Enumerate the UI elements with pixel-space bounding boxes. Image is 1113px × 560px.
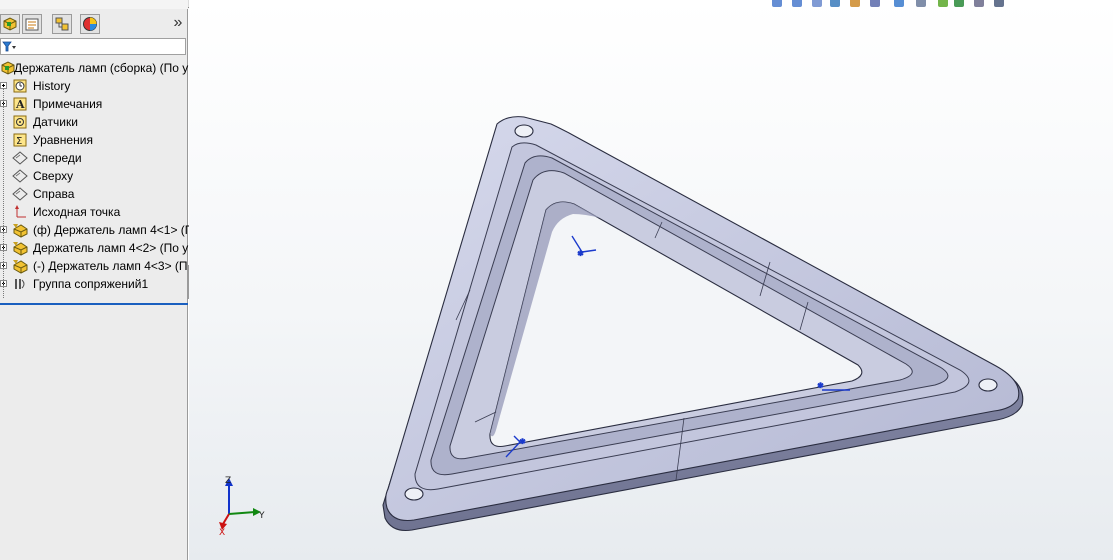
tree-item-label: Датчики	[33, 115, 78, 129]
tree-item-label: Сверху	[33, 169, 74, 183]
part-icon	[13, 242, 28, 256]
mounting-hole	[404, 487, 424, 501]
part-icon	[13, 224, 28, 238]
tab-configuration-manager[interactable]	[52, 14, 72, 34]
property-manager-icon	[25, 18, 39, 31]
x-axis	[222, 513, 230, 525]
feature-tree-icon	[3, 17, 17, 31]
z-label: Z	[225, 476, 231, 486]
display-manager-icon	[83, 17, 97, 31]
filter-icon	[2, 41, 16, 52]
tree-item-label: Группа сопряжений1	[33, 277, 149, 291]
graphics-viewport[interactable]: * * *	[189, 0, 1113, 560]
origin-icon	[15, 205, 26, 218]
panel-tabs: »	[0, 13, 186, 35]
plane-icon	[12, 151, 28, 165]
tree-root-label: Держатель ламп (сборка) (По у	[14, 61, 189, 75]
tree-item-label: Примечания	[33, 97, 103, 111]
svg-text:*: *	[578, 250, 583, 261]
tree-item-label: Исходная точка	[33, 205, 121, 219]
svg-text:*: *	[818, 382, 823, 393]
tab-property-manager[interactable]	[22, 14, 42, 34]
equations-icon: Σ	[13, 133, 27, 147]
configuration-manager-icon	[55, 17, 69, 31]
svg-text:A: A	[15, 98, 25, 111]
mounting-hole	[514, 124, 534, 138]
tree-item-label: Справа	[33, 187, 75, 201]
x-label: X	[219, 528, 225, 536]
tab-display-manager[interactable]	[80, 14, 100, 34]
triangle-holder-part[interactable]: * * *	[382, 116, 1024, 532]
tree-end-marker	[0, 303, 188, 305]
y-axis	[228, 511, 256, 515]
mates-icon	[15, 279, 25, 289]
model-view[interactable]: * * *	[189, 0, 1113, 560]
part-icon	[13, 260, 28, 274]
sensors-icon	[13, 115, 27, 129]
tree-item-label: Держатель ламп 4<2> (По у	[33, 241, 189, 255]
tree-item-label: (ф) Держатель ламп 4<1> (П	[33, 223, 194, 237]
feature-manager-panel: » Держатель ламп (сборка) (По у History A…	[0, 9, 193, 560]
mounting-hole	[978, 378, 998, 392]
plane-icon	[12, 169, 28, 183]
annotations-icon: A	[13, 97, 27, 111]
history-icon	[13, 79, 27, 93]
plane-icon	[12, 187, 28, 201]
svg-text:*: *	[520, 438, 525, 449]
tree-item-label: Уравнения	[33, 133, 93, 147]
expand-panel-button[interactable]: »	[170, 15, 186, 33]
tree-connector	[3, 88, 4, 298]
reference-triad: Z Y X	[219, 476, 265, 536]
tab-feature-manager[interactable]	[0, 14, 20, 34]
tree-item-label: History	[33, 79, 71, 93]
y-label: Y	[258, 511, 265, 521]
tree-item-label: Спереди	[33, 151, 82, 165]
tree-item-label: (-) Держатель ламп 4<3> (П	[33, 259, 188, 273]
tree-filter-bar[interactable]	[0, 38, 186, 55]
svg-text:Σ: Σ	[16, 136, 22, 147]
